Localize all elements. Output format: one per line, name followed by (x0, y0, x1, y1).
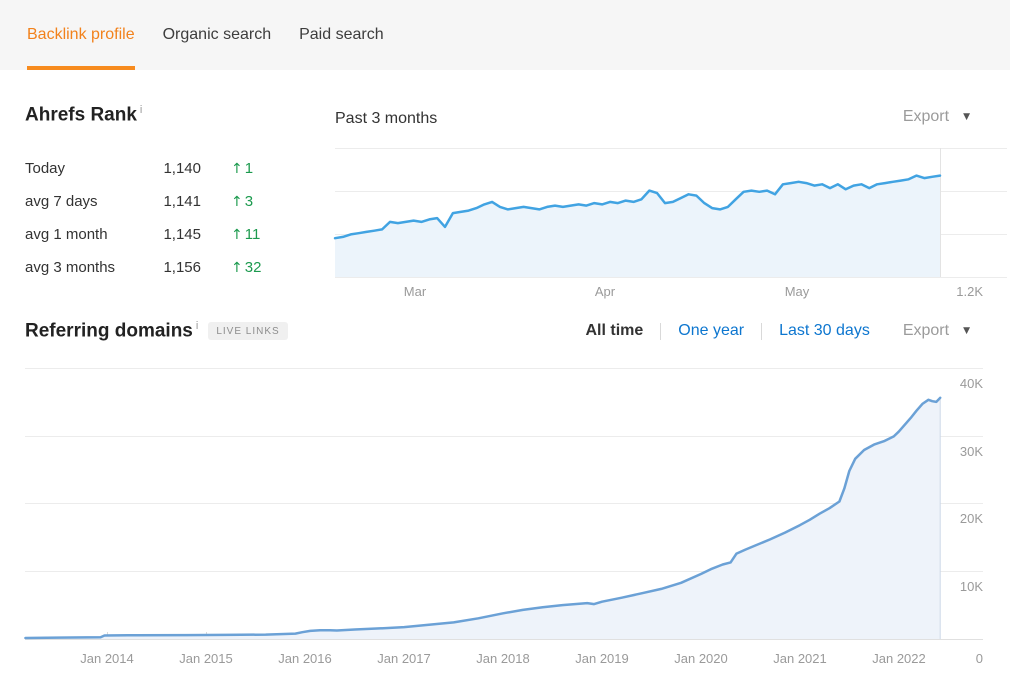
tab-backlink-profile[interactable]: Backlink profile (27, 0, 135, 70)
table-row: avg 1 month 1,145 ↑11 (25, 218, 293, 251)
y-axis-label: 10K (960, 579, 983, 594)
divider (761, 323, 762, 340)
stat-change-value: 11 (245, 226, 261, 243)
x-axis-label: Jan 2014 (80, 651, 134, 666)
live-links-badge: LIVE LINKS (208, 322, 287, 340)
x-axis-label: Apr (595, 284, 615, 299)
stat-value: 1,141 (149, 193, 201, 210)
stat-change: ↑3 (231, 193, 293, 210)
domains-area-fill (25, 398, 940, 639)
info-icon[interactable]: i (196, 320, 198, 332)
rank-chart-title: Past 3 months (335, 110, 437, 128)
export-label: Export (903, 108, 949, 126)
referring-domains-title-text: Referring domains (25, 320, 193, 341)
x-axis-label: Jan 2018 (476, 651, 530, 666)
arrow-up-icon: ↑ (231, 227, 243, 243)
x-axis-label: Jan 2017 (377, 651, 431, 666)
chevron-down-icon: ▼ (963, 112, 970, 122)
chevron-down-icon: ▼ (963, 326, 970, 336)
stat-change-value: 3 (245, 193, 253, 210)
stat-value: 1,140 (149, 160, 201, 177)
x-axis-label: May (785, 284, 810, 299)
stat-label: avg 1 month (25, 226, 149, 243)
y-axis-zero-label: 0 (976, 651, 983, 666)
table-row: avg 7 days 1,141 ↑3 (25, 185, 293, 218)
export-label: Export (903, 322, 949, 340)
x-axis-label: Mar (404, 284, 426, 299)
x-axis-label: Jan 2016 (278, 651, 332, 666)
plot-right-border (940, 148, 941, 277)
filter-last-30-days[interactable]: Last 30 days (779, 322, 870, 340)
dashboard: Backlink profile Organic search Paid sea… (0, 0, 1010, 691)
stat-label: avg 3 months (25, 259, 149, 276)
table-row: avg 3 months 1,156 ↑32 (25, 251, 293, 284)
info-icon[interactable]: i (140, 104, 142, 116)
stat-change: ↑32 (231, 259, 293, 276)
ahrefs-rank-title: Ahrefs Ranki (25, 104, 142, 126)
stat-value: 1,145 (149, 226, 201, 243)
referring-domains-header: Referring domainsi LIVE LINKS All time O… (25, 317, 970, 345)
x-axis-label: Jan 2019 (575, 651, 629, 666)
rank-trend-svg[interactable] (335, 148, 940, 277)
stat-change: ↑1 (231, 160, 293, 177)
stat-change-value: 1 (245, 160, 253, 177)
y-axis-max-label: 1.2K (956, 284, 983, 299)
x-axis-label: Jan 2020 (674, 651, 728, 666)
y-axis-label: 30K (960, 444, 983, 459)
export-dropdown[interactable]: Export ▼ (903, 108, 970, 126)
y-axis-label: 20K (960, 511, 983, 526)
tab-paid-search[interactable]: Paid search (299, 0, 384, 70)
rank-area-fill (335, 176, 940, 277)
domains-history-svg[interactable] (25, 368, 940, 639)
stat-change: ↑11 (231, 226, 293, 243)
stat-label: avg 7 days (25, 193, 149, 210)
section-tabbar: Backlink profile Organic search Paid sea… (0, 0, 1010, 70)
stat-label: Today (25, 160, 149, 177)
ahrefs-rank-title-text: Ahrefs Rank (25, 104, 137, 125)
referring-domains-title: Referring domainsi (25, 320, 198, 342)
arrow-up-icon: ↑ (231, 260, 243, 276)
stat-value: 1,156 (149, 259, 201, 276)
filter-all-time[interactable]: All time (585, 322, 643, 340)
stat-change-value: 32 (245, 259, 262, 276)
export-dropdown[interactable]: Export ▼ (903, 322, 970, 340)
table-row: Today 1,140 ↑1 (25, 152, 293, 185)
divider (660, 323, 661, 340)
arrow-up-icon: ↑ (231, 161, 243, 177)
time-range-filters: All time One year Last 30 days Export ▼ (585, 322, 970, 340)
gridline (335, 277, 1007, 278)
ahrefs-rank-table: Today 1,140 ↑1 avg 7 days 1,141 ↑3 avg 1… (25, 152, 293, 284)
x-axis-label: Jan 2021 (773, 651, 827, 666)
tab-organic-search[interactable]: Organic search (163, 0, 272, 70)
x-axis-line (25, 639, 983, 640)
arrow-up-icon: ↑ (231, 194, 243, 210)
filter-one-year[interactable]: One year (678, 322, 744, 340)
y-axis-label: 40K (960, 376, 983, 391)
x-axis-label: Jan 2015 (179, 651, 233, 666)
x-axis-label: Jan 2022 (872, 651, 926, 666)
